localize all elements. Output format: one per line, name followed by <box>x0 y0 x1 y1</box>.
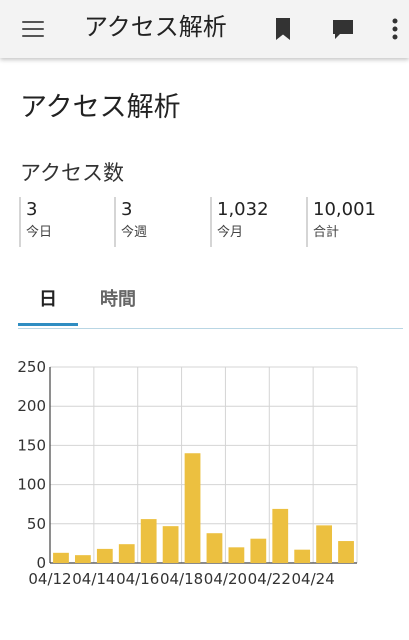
stat-today: 3 今日 <box>19 197 52 247</box>
bar-04-22 <box>272 508 289 563</box>
more-vert-icon[interactable] <box>383 14 407 44</box>
x-tick-label: 04/20 <box>204 570 247 588</box>
bar-04-18 <box>184 453 201 563</box>
bar-04-23 <box>294 549 311 563</box>
bar-04-24 <box>316 525 333 563</box>
y-tick-label: 100 <box>17 476 46 494</box>
bar-04-14 <box>96 548 113 563</box>
bar-04-13 <box>74 555 91 563</box>
comment-icon[interactable] <box>329 15 357 43</box>
bar-04-16 <box>140 519 157 563</box>
stat-label: 今週 <box>121 225 148 240</box>
bar-04-21 <box>250 538 267 563</box>
bar-04-12 <box>53 552 69 563</box>
app-bar: アクセス解析 <box>0 0 409 58</box>
stat-total: 10,001 合計 <box>306 197 376 247</box>
page-title: アクセス解析 <box>20 92 181 123</box>
x-tick-label: 04/24 <box>292 570 335 588</box>
section-title-access-count: アクセス数 <box>20 161 124 185</box>
access-stats: 3 今日 3 今週 1,032 今月 10,001 合計 <box>19 197 409 247</box>
bar-04-20 <box>228 547 245 563</box>
x-tick-label: 04/22 <box>248 570 291 588</box>
stat-label: 今月 <box>217 225 244 240</box>
tab-day[interactable]: 日 <box>18 278 78 326</box>
x-tick-label: 04/18 <box>160 570 203 588</box>
y-tick-label: 50 <box>27 515 46 533</box>
y-tick-label: 150 <box>17 436 46 454</box>
bar-04-15 <box>118 544 135 563</box>
access-bar-chart: 0 50 100 150 200 250 04/12 04/14 04/16 04/18 04/20… <box>0 350 409 600</box>
stat-label: 合計 <box>313 225 340 240</box>
y-tick-label: 200 <box>17 397 46 415</box>
stat-value: 3 <box>26 199 38 220</box>
x-tick-label: 04/12 <box>28 570 71 588</box>
stat-label: 今日 <box>26 225 53 240</box>
menu-icon[interactable] <box>18 14 48 44</box>
bookmark-icon[interactable] <box>270 14 298 44</box>
y-tick-label: 250 <box>17 358 46 376</box>
bar-04-17 <box>162 526 179 563</box>
tab-bar: 日 時間 <box>18 278 403 329</box>
tab-hour[interactable]: 時間 <box>88 278 148 326</box>
stat-value: 10,001 <box>313 199 376 220</box>
stat-value: 1,032 <box>217 199 269 220</box>
x-tick-label: 04/14 <box>72 570 115 588</box>
stat-value: 3 <box>121 199 133 220</box>
bar-04-25 <box>338 541 354 563</box>
chart-svg: 05010015020025004/12 04/14 04/16 04/18 04/20… <box>17 358 358 588</box>
x-tick-label: 04/16 <box>116 570 159 588</box>
tab-indicator <box>18 323 78 326</box>
bar-04-19 <box>206 533 223 563</box>
stat-week: 3 今週 <box>114 197 147 247</box>
stat-month: 1,032 今月 <box>210 197 269 247</box>
appbar-title: アクセス解析 <box>84 13 227 41</box>
